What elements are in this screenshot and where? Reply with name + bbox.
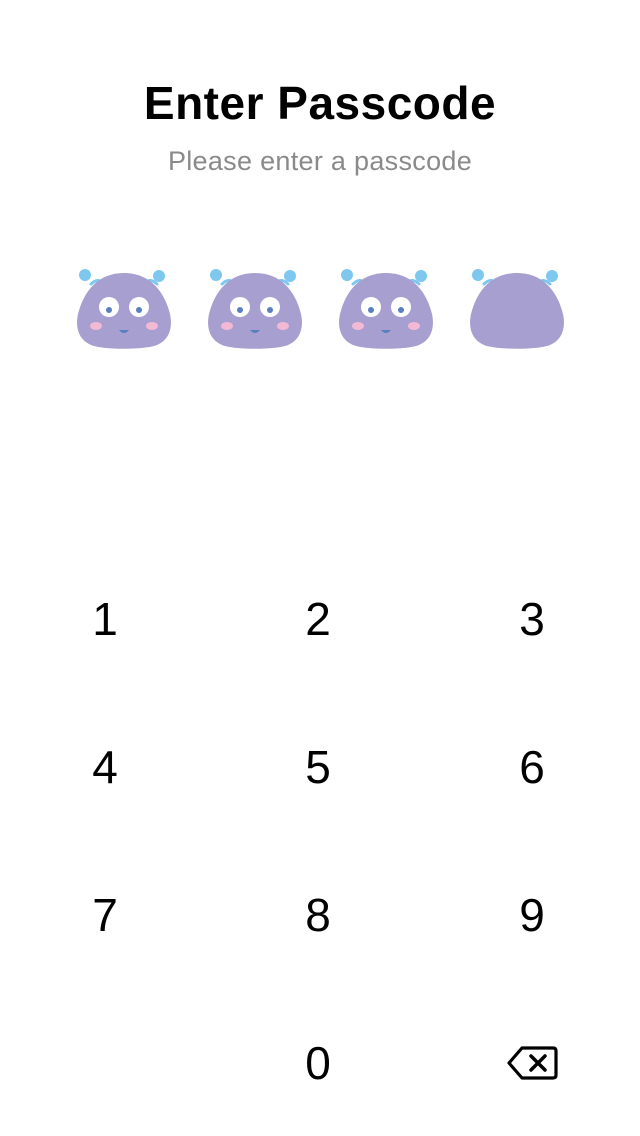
passcode-indicators [0, 262, 640, 358]
passcode-dot-3 [331, 262, 441, 358]
key-7[interactable]: 7 [35, 860, 175, 970]
passcode-dot-1 [69, 262, 179, 358]
creature-face-icon [208, 269, 302, 349]
creature-face-icon [77, 269, 171, 349]
passcode-dot-4 [462, 262, 572, 358]
key-3[interactable]: 3 [462, 564, 602, 674]
key-9[interactable]: 9 [462, 860, 602, 970]
passcode-dot-2 [200, 262, 310, 358]
creature-face-icon [339, 269, 433, 349]
page-subtitle: Please enter a passcode [167, 146, 473, 176]
page-title: Enter Passcode [143, 77, 497, 129]
key-4[interactable]: 4 [35, 712, 175, 822]
delete-button[interactable] [462, 1008, 602, 1118]
backspace-icon [506, 1045, 558, 1081]
creature-face-icon [470, 269, 564, 349]
key-8[interactable]: 8 [248, 860, 388, 970]
key-6[interactable]: 6 [462, 712, 602, 822]
key-0[interactable]: 0 [248, 1008, 388, 1118]
key-2[interactable]: 2 [248, 564, 388, 674]
key-1[interactable]: 1 [35, 564, 175, 674]
key-5[interactable]: 5 [248, 712, 388, 822]
numeric-keypad: 1 2 3 4 5 6 7 8 9 0 [0, 560, 640, 1136]
